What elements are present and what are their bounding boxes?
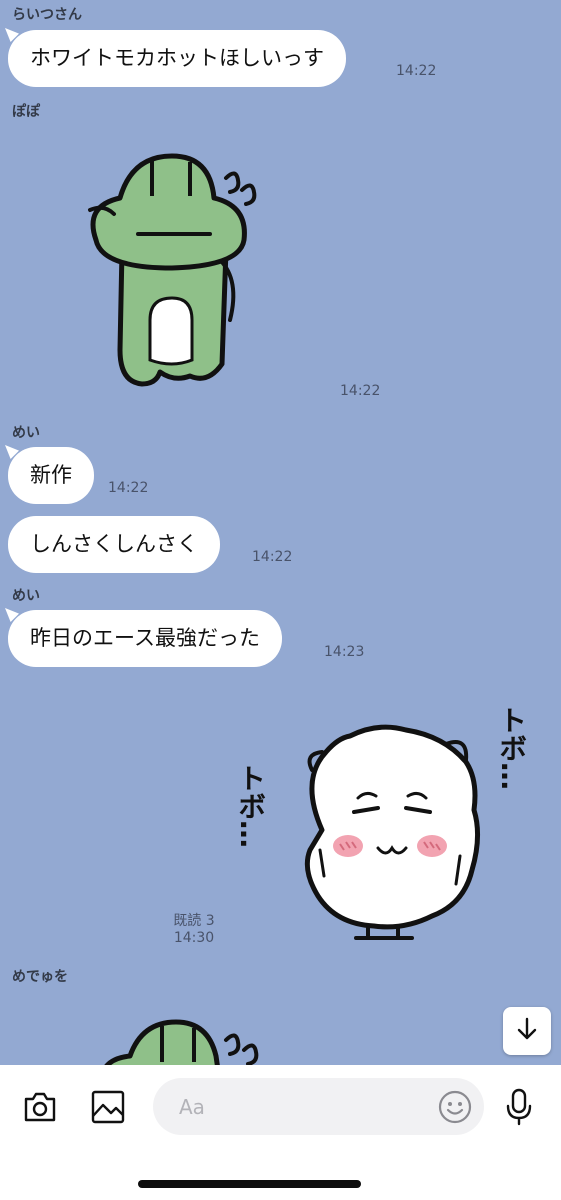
- message-bubble[interactable]: 昨日のエース最強だった: [8, 610, 282, 667]
- sender-name: めでゅを: [12, 969, 68, 985]
- sender-name: らいつさん: [12, 7, 82, 23]
- message-bubble[interactable]: ホワイトモカホットほしいっす: [8, 30, 346, 87]
- message-time: 14:30: [173, 930, 215, 946]
- message-input[interactable]: Aa: [153, 1078, 484, 1135]
- scroll-to-bottom-button[interactable]: [503, 1007, 551, 1055]
- sender-name: ぽぽ: [12, 104, 40, 120]
- message-input-placeholder: Aa: [179, 1094, 205, 1119]
- sticker-text: トボ…: [234, 764, 267, 848]
- microphone-icon[interactable]: [497, 1085, 541, 1129]
- emoji-icon[interactable]: [436, 1088, 474, 1126]
- sender-name: めい: [12, 588, 40, 604]
- frog-sticker[interactable]: [100, 1010, 290, 1065]
- home-indicator: [138, 1180, 361, 1188]
- chat-area[interactable]: らいつさん ホワイトモカホットほしいっす 14:22 ぽぽ 14:22 めい 新…: [0, 0, 561, 1065]
- message-time: 14:22: [396, 63, 437, 79]
- message-time: 14:22: [252, 549, 293, 565]
- image-icon[interactable]: [88, 1087, 128, 1127]
- message-time: 14:23: [324, 644, 365, 660]
- sender-name: めい: [12, 425, 40, 441]
- message-bubble[interactable]: 新作: [8, 447, 94, 504]
- frog-sticker[interactable]: [80, 150, 270, 390]
- camera-icon[interactable]: [20, 1087, 60, 1127]
- sticker-text: トボ…: [495, 706, 528, 790]
- message-bubble[interactable]: しんさくしんさく: [8, 516, 220, 573]
- arrow-down-icon: [514, 1016, 540, 1046]
- read-receipt: 既読 3: [173, 913, 215, 929]
- message-time: 14:22: [340, 383, 381, 399]
- message-time: 14:22: [108, 480, 149, 496]
